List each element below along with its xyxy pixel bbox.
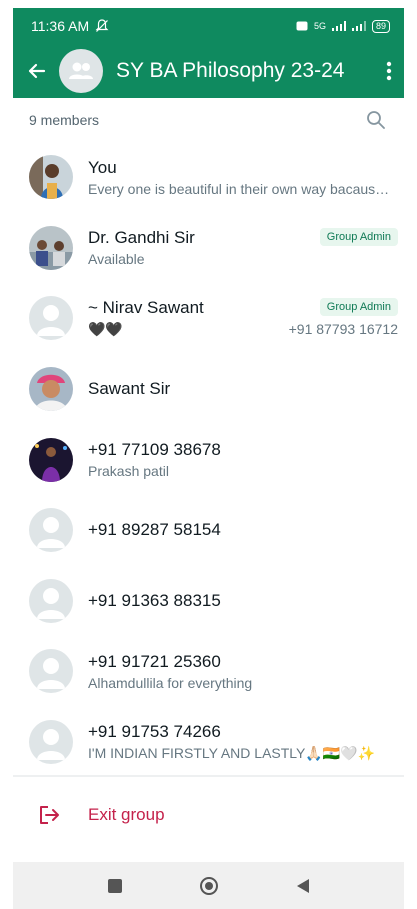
group-avatar[interactable] bbox=[59, 49, 103, 93]
member-list: You Every one is beautiful in their own … bbox=[13, 142, 404, 777]
person-icon bbox=[37, 658, 65, 690]
member-text: +91 91753 74266 I'M INDIAN FIRSTLY AND L… bbox=[88, 722, 404, 762]
member-about: Every one is beautiful in their own way … bbox=[88, 180, 394, 197]
status-time: 11:36 AM bbox=[31, 18, 90, 34]
avatar bbox=[29, 225, 73, 270]
member-name: +91 89287 58154 bbox=[88, 520, 221, 540]
member-text: +91 91363 88315 bbox=[88, 591, 404, 611]
profile-photo bbox=[29, 225, 73, 270]
exit-group-button[interactable]: Exit group bbox=[13, 790, 404, 840]
back-nav-button[interactable] bbox=[291, 874, 315, 898]
member-row[interactable]: +91 77109 38678 Prakash patil bbox=[13, 424, 404, 495]
notification-off-icon bbox=[95, 19, 109, 32]
member-name: You bbox=[88, 157, 117, 177]
member-row[interactable]: Dr. Gandhi Sir Available Group Admin bbox=[13, 213, 404, 284]
group-admin-badge: Group Admin bbox=[319, 298, 398, 317]
default-avatar bbox=[29, 578, 73, 623]
home-icon bbox=[199, 876, 218, 895]
member-name: +91 77109 38678 bbox=[88, 440, 221, 460]
person-icon bbox=[37, 305, 65, 337]
member-text: Sawant Sir bbox=[88, 379, 404, 399]
avatar bbox=[29, 367, 73, 412]
back-button[interactable] bbox=[19, 44, 55, 98]
member-about: I'M INDIAN FIRSTLY AND LASTLY🙏🏻🇮🇳🤍✨ bbox=[88, 745, 376, 762]
member-about: Alhamdullila for everything bbox=[88, 674, 253, 691]
avatar bbox=[29, 155, 73, 200]
default-avatar bbox=[29, 649, 73, 694]
data-icon bbox=[296, 21, 308, 31]
more-vert-icon bbox=[386, 61, 392, 81]
member-name: +91 91721 25360 bbox=[88, 651, 221, 671]
profile-photo bbox=[29, 437, 73, 482]
member-about: Prakash patil bbox=[88, 463, 169, 480]
member-row[interactable]: +91 91363 88315 bbox=[13, 566, 404, 637]
profile-photo bbox=[29, 367, 73, 412]
group-icon bbox=[69, 62, 93, 79]
recents-icon bbox=[107, 878, 122, 893]
divider bbox=[13, 775, 404, 777]
battery-icon: 89 bbox=[371, 19, 390, 33]
search-members-button[interactable] bbox=[364, 108, 388, 132]
person-icon bbox=[37, 729, 65, 761]
member-text: +91 77109 38678 Prakash patil bbox=[88, 440, 404, 479]
default-avatar bbox=[29, 296, 73, 341]
status-time-group: 11:36 AM bbox=[31, 18, 109, 34]
member-row[interactable]: +91 89287 58154 bbox=[13, 495, 404, 566]
group-title[interactable]: SY BA Philosophy 23-24 bbox=[116, 59, 344, 83]
person-icon bbox=[37, 517, 65, 549]
arrow-left-icon bbox=[28, 63, 46, 79]
recents-button[interactable] bbox=[103, 874, 127, 898]
member-text: You Every one is beautiful in their own … bbox=[88, 158, 404, 197]
member-phone: +91 87793 16712 bbox=[288, 321, 398, 338]
back-triangle-icon bbox=[296, 878, 309, 893]
signal-icon bbox=[331, 21, 346, 31]
person-icon bbox=[37, 587, 65, 619]
default-avatar bbox=[29, 508, 73, 553]
member-name: +91 91753 74266 bbox=[88, 722, 221, 742]
signal-2-icon bbox=[351, 21, 366, 31]
default-avatar bbox=[29, 720, 73, 765]
members-header: 9 members bbox=[13, 98, 404, 142]
network-type: 5G bbox=[313, 21, 326, 31]
member-row[interactable]: You Every one is beautiful in their own … bbox=[13, 142, 404, 213]
app-bar: SY BA Philosophy 23-24 bbox=[13, 44, 404, 98]
system-nav-bar bbox=[13, 862, 404, 909]
member-row[interactable]: +91 91721 25360 Alhamdullila for everyth… bbox=[13, 636, 404, 707]
profile-photo bbox=[29, 155, 73, 200]
status-bar: 11:36 AM 5G 89 bbox=[13, 8, 404, 44]
member-row[interactable]: ~ Nirav Sawant 🖤🖤 Group Admin +91 87793 … bbox=[13, 283, 404, 354]
status-icons: 5G 89 bbox=[296, 19, 390, 33]
exit-group-label: Exit group bbox=[88, 805, 165, 824]
member-row[interactable]: Sawant Sir bbox=[13, 354, 404, 425]
member-name: Sawant Sir bbox=[88, 379, 171, 399]
more-options-button[interactable] bbox=[374, 44, 404, 98]
search-icon bbox=[367, 111, 385, 129]
member-about: Available bbox=[88, 251, 145, 268]
member-name: +91 91363 88315 bbox=[88, 590, 221, 610]
exit-icon bbox=[40, 806, 59, 824]
members-count: 9 members bbox=[29, 112, 100, 128]
member-text: +91 91721 25360 Alhamdullila for everyth… bbox=[88, 652, 404, 691]
member-text: +91 89287 58154 bbox=[88, 520, 404, 540]
home-button[interactable] bbox=[197, 874, 221, 898]
member-row[interactable]: +91 91753 74266 I'M INDIAN FIRSTLY AND L… bbox=[13, 707, 404, 778]
avatar bbox=[29, 437, 73, 482]
group-admin-badge: Group Admin bbox=[319, 227, 398, 246]
